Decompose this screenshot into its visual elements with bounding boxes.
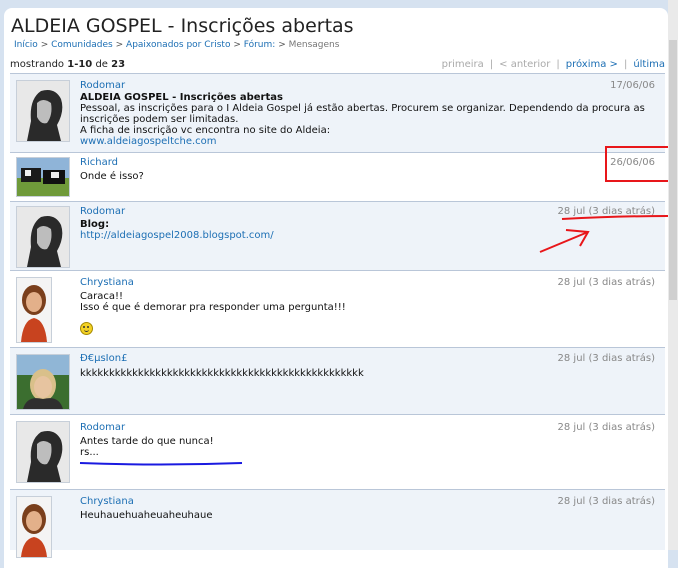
scroll-thumb[interactable]: [669, 40, 677, 300]
blue-underline: [79, 462, 243, 466]
red-highlight-box: [605, 146, 676, 182]
red-underline: [561, 215, 669, 220]
vertical-scrollbar[interactable]: [668, 0, 678, 550]
annotation-overlay: [79, 146, 676, 466]
red-arrow-icon: [539, 231, 589, 253]
red-arrow-head: [565, 229, 590, 247]
